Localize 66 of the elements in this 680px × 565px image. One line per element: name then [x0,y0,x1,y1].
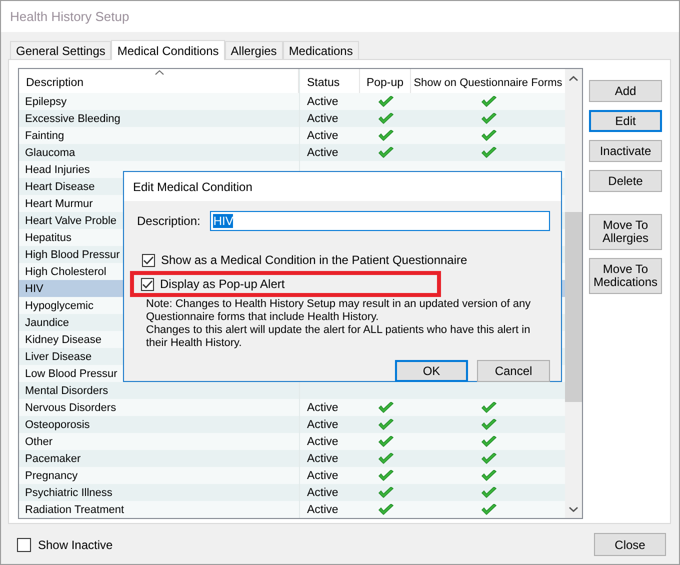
table-cell: Active [307,486,338,498]
table-cell: Active [307,130,338,142]
dialog-title: Edit Medical Condition [133,180,252,194]
scroll-down-icon[interactable] [569,507,578,512]
table-cell[interactable]: Osteoporosis [25,418,90,430]
checkbox[interactable] [17,538,31,552]
table-cell[interactable]: Glaucoma [25,146,76,158]
table-cell[interactable]: Heart Valve Proble [25,214,117,226]
action-button[interactable]: Move To Allergies [589,214,662,250]
action-button[interactable]: Edit [589,110,662,132]
table-cell: Active [307,418,338,430]
tab[interactable]: General Settings [10,41,112,59]
close-button[interactable]: Close [594,533,666,556]
table-cell: Active [307,402,338,414]
tab[interactable]: Medications [282,41,359,59]
scrollbar[interactable] [565,69,582,518]
table-cell[interactable]: Heart Murmur [25,198,93,210]
scroll-up-icon[interactable] [569,76,578,81]
table-cell[interactable]: Excessive Bleeding [25,112,120,124]
field-label: Description: [137,214,200,228]
checkbox[interactable] [142,254,155,266]
dialog-button[interactable]: Cancel [477,360,550,382]
table-cell[interactable]: Psychiatric Illness [25,486,112,498]
checkbox[interactable] [141,278,154,290]
table-cell[interactable]: Nervous Disorders [25,402,116,414]
table-cell[interactable]: Radiation Treatment [25,504,124,516]
note-text: Note: Changes to Health History Setup may result in an updated version of any Questionnaire forms that include Health History. [146,298,532,324]
table-cell[interactable]: Pacemaker [25,452,81,464]
sort-caret-icon [155,70,164,75]
checkbox-label: Display as Pop-up Alert [160,277,285,291]
action-button[interactable]: Inactivate [589,140,662,162]
note-text: Changes to this alert will update the alert for ALL patients who have this alert in their Health History. [146,324,532,350]
table-cell: Active [307,452,338,464]
action-button[interactable]: Delete [589,170,662,192]
checkbox-label: Show as a Medical Condition in the Patient Questionnaire [161,253,468,267]
action-button[interactable]: Add [589,80,662,102]
table-cell[interactable]: Heart Disease [25,180,95,192]
table-cell: Active [307,504,338,516]
table-cell[interactable]: High Blood Pressur [25,248,120,260]
table-cell[interactable]: Fainting [25,130,64,142]
action-button[interactable]: Move To Medications [589,258,662,294]
dialog-button[interactable]: OK [395,360,468,382]
table-cell[interactable]: Jaundice [25,316,70,328]
table-cell[interactable]: HIV [25,282,44,294]
tab[interactable]: Medical Conditions [111,40,225,60]
table-cell: Active [307,436,338,448]
table-cell[interactable]: Liver Disease [25,350,92,362]
table-cell[interactable]: Mental Disorders [25,384,108,396]
table-cell[interactable]: High Cholesterol [25,266,106,278]
description-field[interactable]: HIV [210,211,550,231]
table-cell[interactable]: Kidney Disease [25,334,102,346]
table-cell: Active [307,146,338,158]
table-cell[interactable]: Pregnancy [25,470,78,482]
table-cell[interactable]: Head Injuries [25,164,90,176]
table-cell[interactable]: Epilepsy [25,96,67,108]
scrollbar-thumb[interactable] [565,212,582,402]
window-title: Health History Setup [10,9,130,24]
table-cell: Active [307,470,338,482]
table-cell: Active [307,96,338,108]
tab[interactable]: Allergies [224,41,283,59]
checkbox-label: Show Inactive [38,538,113,552]
table-cell: Active [307,112,338,124]
table-cell[interactable]: Low Blood Pressur [25,368,118,380]
table-cell[interactable]: Hypoglycemic [25,300,94,312]
table-cell[interactable]: Other [25,436,53,448]
table-cell[interactable]: Hepatitus [25,232,72,244]
